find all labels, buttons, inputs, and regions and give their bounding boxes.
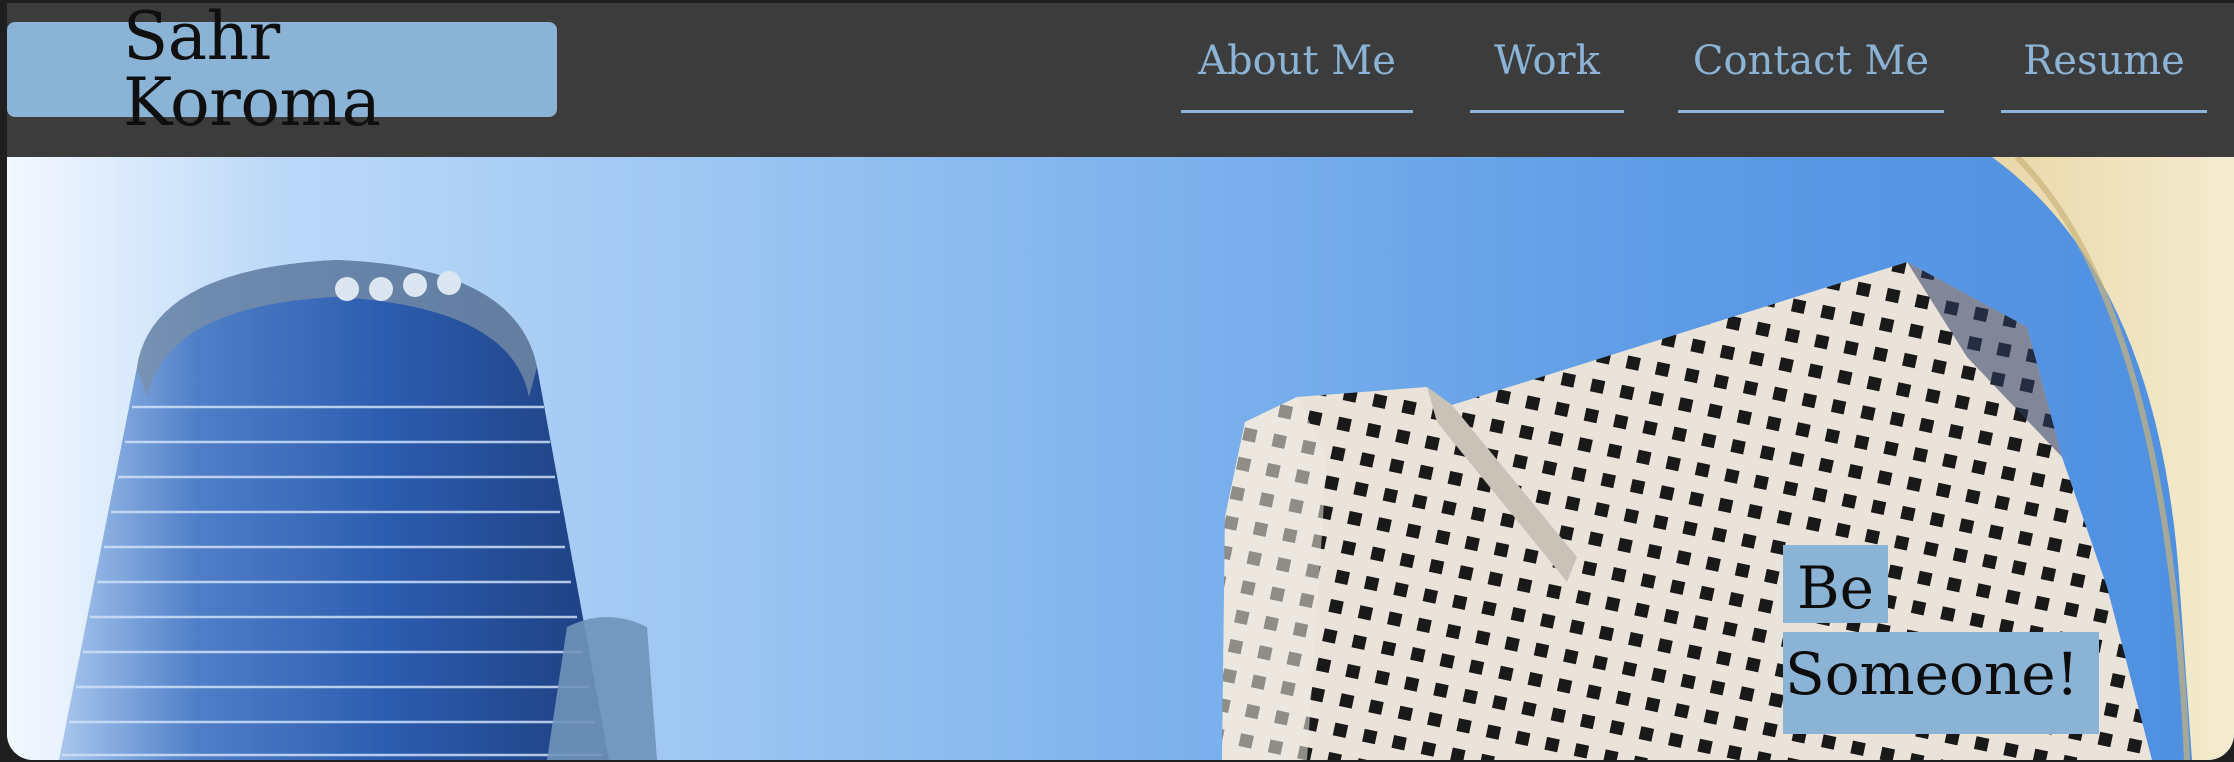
site-brand[interactable]: Sahr Koroma <box>7 3 557 135</box>
nav-item-work[interactable]: Work <box>1470 39 1624 113</box>
brand-title: Sahr Koroma <box>123 3 381 141</box>
nav-item-contact-me[interactable]: Contact Me <box>1678 39 1944 113</box>
hero-banner: Be Someone! <box>7 157 2234 760</box>
tagline-line-2: Someone! <box>1783 632 2099 734</box>
tagline-line-1: Be <box>1783 545 1888 623</box>
nav-label: Work <box>1494 38 1600 84</box>
nav-label: About Me <box>1198 38 1396 84</box>
nav-item-about-me[interactable]: About Me <box>1181 39 1413 113</box>
nav-label: Resume <box>2023 38 2185 84</box>
hero-tagline: Be Someone! <box>1783 545 2103 735</box>
nav-item-resume[interactable]: Resume <box>2001 39 2207 113</box>
nav-label: Contact Me <box>1692 38 1930 84</box>
page: Sahr Koroma About Me Work Contact Me Res… <box>7 3 2234 760</box>
top-nav-bar: Sahr Koroma About Me Work Contact Me Res… <box>7 3 2234 157</box>
